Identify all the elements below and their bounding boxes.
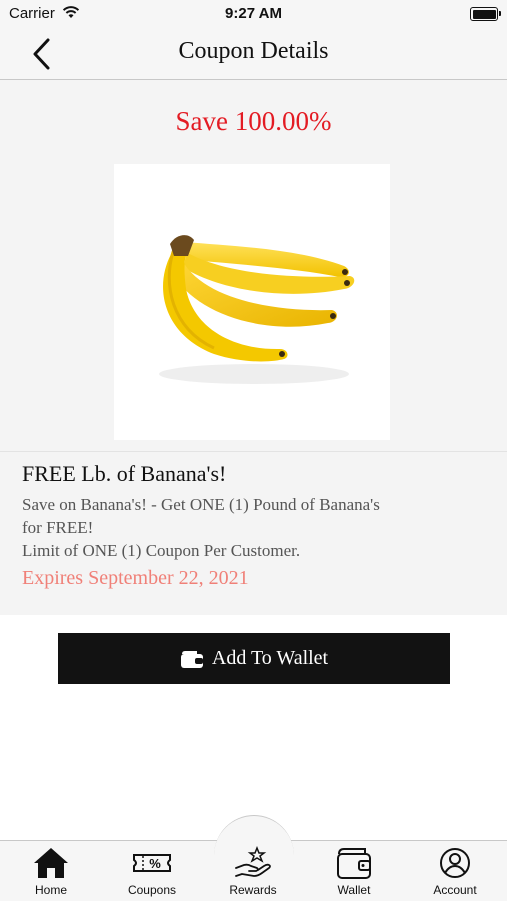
expiration-date: Expires September 22, 2021 <box>22 567 249 589</box>
tab-account[interactable]: Account <box>405 843 505 900</box>
add-to-wallet-button[interactable]: Add To Wallet <box>58 633 450 684</box>
description-line: Limit of ONE (1) Coupon Per Customer. <box>22 541 301 560</box>
save-percent: Save 100.00% <box>175 106 332 136</box>
battery-icon <box>470 7 501 21</box>
description-line: Save on Banana's! - Get ONE (1) Pound of… <box>22 495 380 514</box>
coupon-ticket-icon: % <box>133 854 171 872</box>
tab-label: Wallet <box>337 883 371 897</box>
status-bar: Carrier 9:27 AM <box>0 0 507 28</box>
page-title: Coupon Details <box>178 38 329 64</box>
account-icon <box>440 848 470 878</box>
description-line: for FREE! <box>22 518 94 537</box>
navigation-bar: Coupon Details <box>0 28 507 80</box>
tab-label: Rewards <box>229 883 277 897</box>
tab-label: Coupons <box>127 883 177 897</box>
banana-image <box>159 235 355 384</box>
tab-wallet[interactable]: Wallet <box>304 843 404 900</box>
coupon-title: FREE Lb. of Banana's! <box>22 461 227 486</box>
tab-label: Account <box>433 883 477 897</box>
tab-home[interactable]: Home <box>1 843 101 900</box>
coupon-description: Save on Banana's! - Get ONE (1) Pound of… <box>22 493 442 562</box>
tab-coupons[interactable]: % Coupons <box>102 843 202 900</box>
coupon-card: Save 100.00% FREE Lb. of Banana's! Save … <box>0 80 507 615</box>
add-to-wallet-label: Add To Wallet <box>211 647 329 669</box>
clock: 9:27 AM <box>225 5 282 22</box>
wallet-icon <box>180 650 203 668</box>
tab-label: Home <box>34 883 67 897</box>
home-icon <box>34 848 68 878</box>
hand-star-icon <box>235 846 271 877</box>
wallet-icon <box>337 848 371 879</box>
svg-text:%: % <box>149 856 161 871</box>
coupon-image <box>114 164 390 440</box>
divider <box>0 451 507 452</box>
tab-rewards[interactable]: Rewards <box>203 843 303 900</box>
